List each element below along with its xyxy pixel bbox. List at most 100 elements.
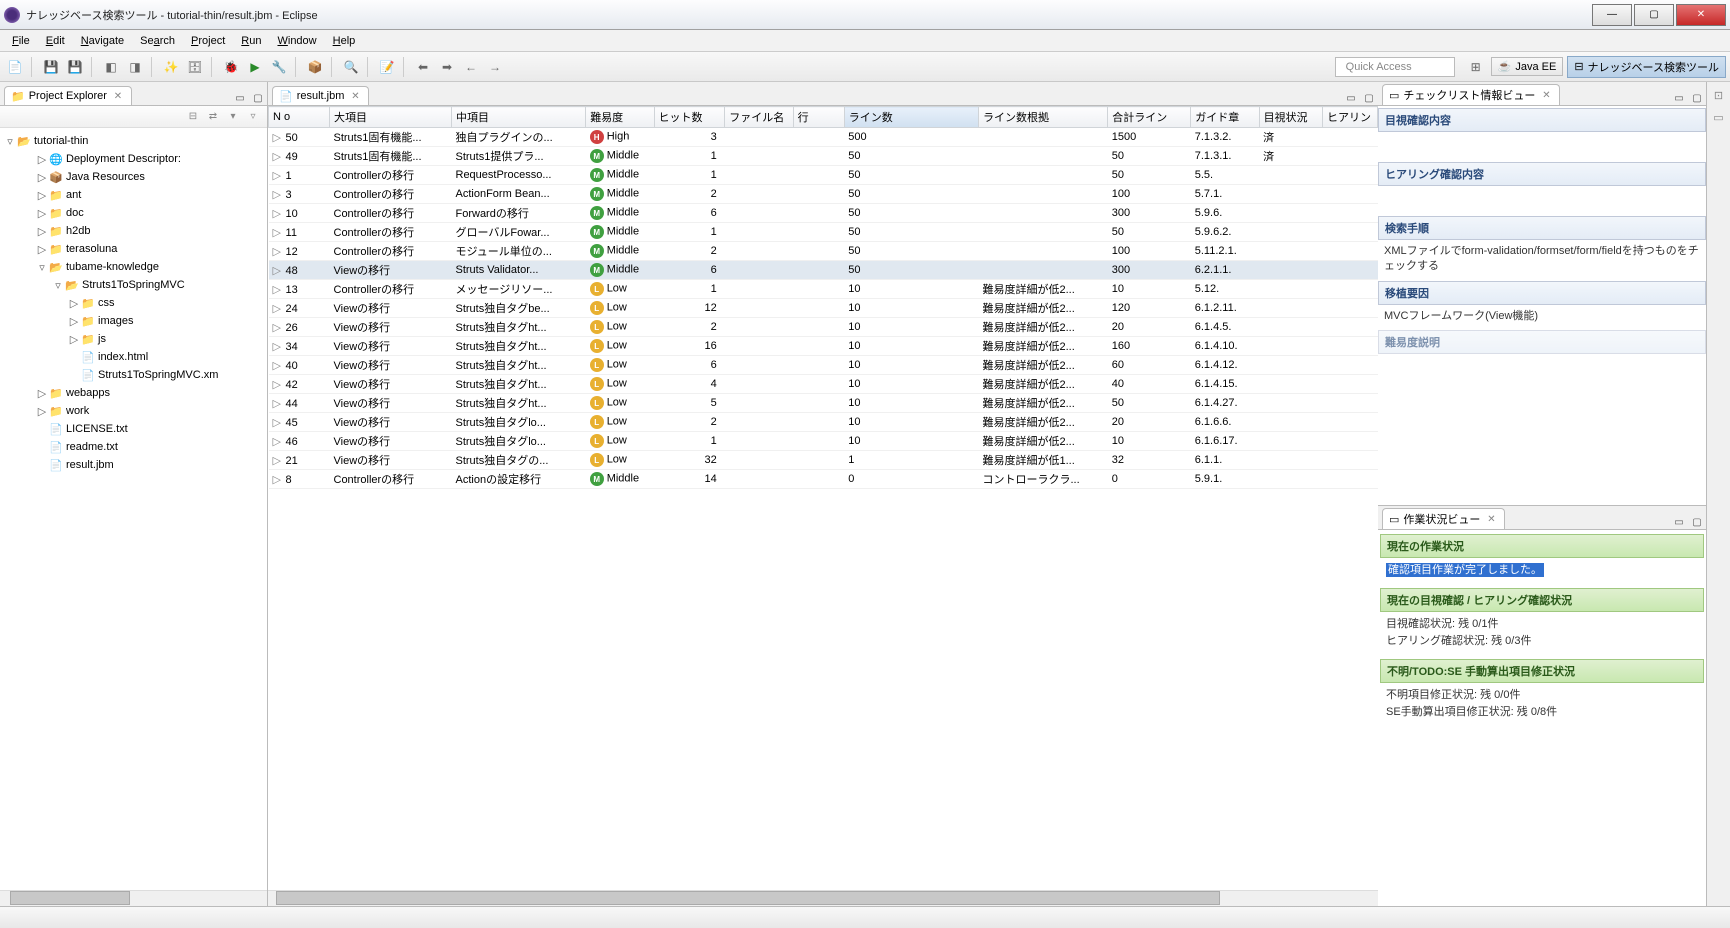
table-row[interactable]: ▷ 40Viewの移行Struts独自タグht...LLow610難易度詳細が低… [269,356,1378,375]
table-row[interactable]: ▷ 46Viewの移行Struts独自タグlo...LLow110難易度詳細が低… [269,432,1378,451]
tree-node[interactable]: 📄Struts1ToSpringMVC.xm [0,366,267,384]
col-header[interactable]: N o [269,107,330,128]
tree-node[interactable]: ▷📁images [0,312,267,330]
table-row[interactable]: ▷ 50Struts1固有機能...独自プラグインの...HHigh350015… [269,128,1378,147]
wand-icon[interactable]: ✨ [160,56,182,78]
col-header[interactable]: 合計ライン [1108,107,1191,128]
perspective-javaee[interactable]: ☕Java EE [1491,57,1564,76]
tree-node[interactable]: ▿📂Struts1ToSpringMVC [0,276,267,294]
tree-node[interactable]: 📄result.jbm [0,456,267,474]
menu-edit[interactable]: Edit [38,33,73,49]
table-row[interactable]: ▷ 26Viewの移行Struts独自タグht...LLow210難易度詳細が低… [269,318,1378,337]
table-row[interactable]: ▷ 34Viewの移行Struts独自タグht...LLow1610難易度詳細が… [269,337,1378,356]
col-header[interactable]: 行 [793,107,844,128]
col-header[interactable]: ガイド章 [1191,107,1259,128]
table-row[interactable]: ▷ 3Controllerの移行ActionForm Bean...MMiddl… [269,185,1378,204]
menu-navigate[interactable]: Navigate [73,33,132,49]
nav-back-icon[interactable]: ← [460,56,482,78]
tree-node[interactable]: ▷📁doc [0,204,267,222]
table-row[interactable]: ▷ 21Viewの移行Struts独自タグの...LLow321難易度詳細が低1… [269,451,1378,470]
search-icon[interactable]: 🔍 [340,56,362,78]
col-header[interactable]: 大項目 [330,107,452,128]
new-package-icon[interactable]: 📦 [304,56,326,78]
back-icon[interactable]: ⬅ [412,56,434,78]
minimize-button[interactable]: — [1592,4,1632,26]
menu-search[interactable]: Search [132,33,183,49]
server-icon[interactable]: 🗄 [184,56,206,78]
close-workstatus-icon[interactable]: ✕ [1484,512,1498,526]
table-row[interactable]: ▷ 48Viewの移行Struts Validator...MMiddle650… [269,261,1378,280]
col-header[interactable]: 中項目 [452,107,586,128]
open-perspective-icon[interactable]: ⊞ [1465,56,1487,78]
tab-result-jbm[interactable]: 📄 result.jbm ✕ [272,86,369,105]
col-header[interactable]: ファイル名 [725,107,793,128]
tab-checklist[interactable]: ▭ チェックリスト情報ビュー ✕ [1382,84,1560,105]
tree-root[interactable]: ▿📂 tutorial-thin [0,132,267,150]
collapse-all-icon[interactable]: ⊟ [185,109,201,125]
tree-node[interactable]: 📄readme.txt [0,438,267,456]
close-editor-icon[interactable]: ✕ [348,89,362,103]
perspective-knowledge[interactable]: ⊟ナレッジベース検索ツール [1567,56,1726,78]
table-row[interactable]: ▷ 49Struts1固有機能...Struts1提供プラ...MMiddle1… [269,147,1378,166]
table-row[interactable]: ▷ 11Controllerの移行グローバルFowar...MMiddle150… [269,223,1378,242]
filter-icon[interactable]: ▾ [225,109,241,125]
close-checklist-icon[interactable]: ✕ [1539,88,1553,102]
col-header[interactable]: 難易度 [586,107,654,128]
forward-icon[interactable]: ➡ [436,56,458,78]
table-row[interactable]: ▷ 44Viewの移行Struts独自タグht...LLow510難易度詳細が低… [269,394,1378,413]
tree-node[interactable]: ▷📁terasoluna [0,240,267,258]
debug-icon[interactable]: 🐞 [220,56,242,78]
maximize-view-icon[interactable]: ▢ [251,91,265,105]
maximize-checklist-icon[interactable]: ▢ [1690,91,1704,105]
tree-node[interactable]: ▷📁css [0,294,267,312]
maximize-button[interactable]: ▢ [1634,4,1674,26]
tab-workstatus[interactable]: ▭ 作業状況ビュー ✕ [1382,508,1505,529]
maximize-workstatus-icon[interactable]: ▢ [1690,515,1704,529]
tree-node[interactable]: ▷📁ant [0,186,267,204]
quick-access[interactable]: Quick Access [1335,57,1455,77]
col-header[interactable]: ライン数 [844,107,978,128]
tree-node[interactable]: 📄index.html [0,348,267,366]
result-table[interactable]: N o大項目中項目難易度ヒット数ファイル名行ライン数ライン数根拠合計ラインガイド… [268,106,1378,890]
table-row[interactable]: ▷ 1Controllerの移行RequestProcesso...MMiddl… [269,166,1378,185]
table-row[interactable]: ▷ 45Viewの移行Struts独自タグlo...LLow210難易度詳細が低… [269,413,1378,432]
open-task-icon[interactable]: ◨ [124,56,146,78]
table-row[interactable]: ▷ 8Controllerの移行Actionの設定移行MMiddle140コント… [269,470,1378,489]
menu-project[interactable]: Project [183,33,233,49]
minimize-checklist-icon[interactable]: ▭ [1672,91,1686,105]
col-header[interactable]: ヒット数 [654,107,725,128]
tree-node[interactable]: ▷📁h2db [0,222,267,240]
open-type-icon[interactable]: ◧ [100,56,122,78]
table-row[interactable]: ▷ 42Viewの移行Struts独自タグht...LLow410難易度詳細が低… [269,375,1378,394]
save-all-icon[interactable]: 💾 [64,56,86,78]
menu-window[interactable]: Window [269,33,324,49]
link-editor-icon[interactable]: ⇄ [205,109,221,125]
maximize-editor-icon[interactable]: ▢ [1362,91,1376,105]
new-icon[interactable]: 📄 [4,56,26,78]
menu-help[interactable]: Help [325,33,364,49]
project-tree[interactable]: ▿📂 tutorial-thin ▷🌐Deployment Descriptor… [0,128,267,890]
restore-icon[interactable]: ⊡ [1710,86,1728,104]
ext-tools-icon[interactable]: 🔧 [268,56,290,78]
tree-node[interactable]: 📄LICENSE.txt [0,420,267,438]
tree-node[interactable]: ▷📁webapps [0,384,267,402]
hscroll-center[interactable] [268,890,1378,906]
table-row[interactable]: ▷ 24Viewの移行Struts独自タグbe...LLow1210難易度詳細が… [269,299,1378,318]
tree-node[interactable]: ▷📦Java Resources [0,168,267,186]
table-row[interactable]: ▷ 12Controllerの移行モジュール単位の...MMiddle25010… [269,242,1378,261]
minimize-editor-icon[interactable]: ▭ [1344,91,1358,105]
table-row[interactable]: ▷ 10Controllerの移行Forwardの移行MMiddle650300… [269,204,1378,223]
tree-node[interactable]: ▷🌐Deployment Descriptor: [0,150,267,168]
close-view-icon[interactable]: ✕ [111,89,125,103]
col-header[interactable]: ヒアリン [1323,107,1378,128]
tree-node[interactable]: ▷📁js [0,330,267,348]
tree-node[interactable]: ▿📂tubame-knowledge [0,258,267,276]
save-icon[interactable]: 💾 [40,56,62,78]
col-header[interactable]: ライン数根拠 [978,107,1107,128]
col-header[interactable]: 目視状況 [1259,107,1322,128]
annotate-icon[interactable]: 📝 [376,56,398,78]
minimize-workstatus-icon[interactable]: ▭ [1672,515,1686,529]
close-button[interactable]: ✕ [1676,4,1726,26]
menu-run[interactable]: Run [233,33,269,49]
tree-node[interactable]: ▷📁work [0,402,267,420]
